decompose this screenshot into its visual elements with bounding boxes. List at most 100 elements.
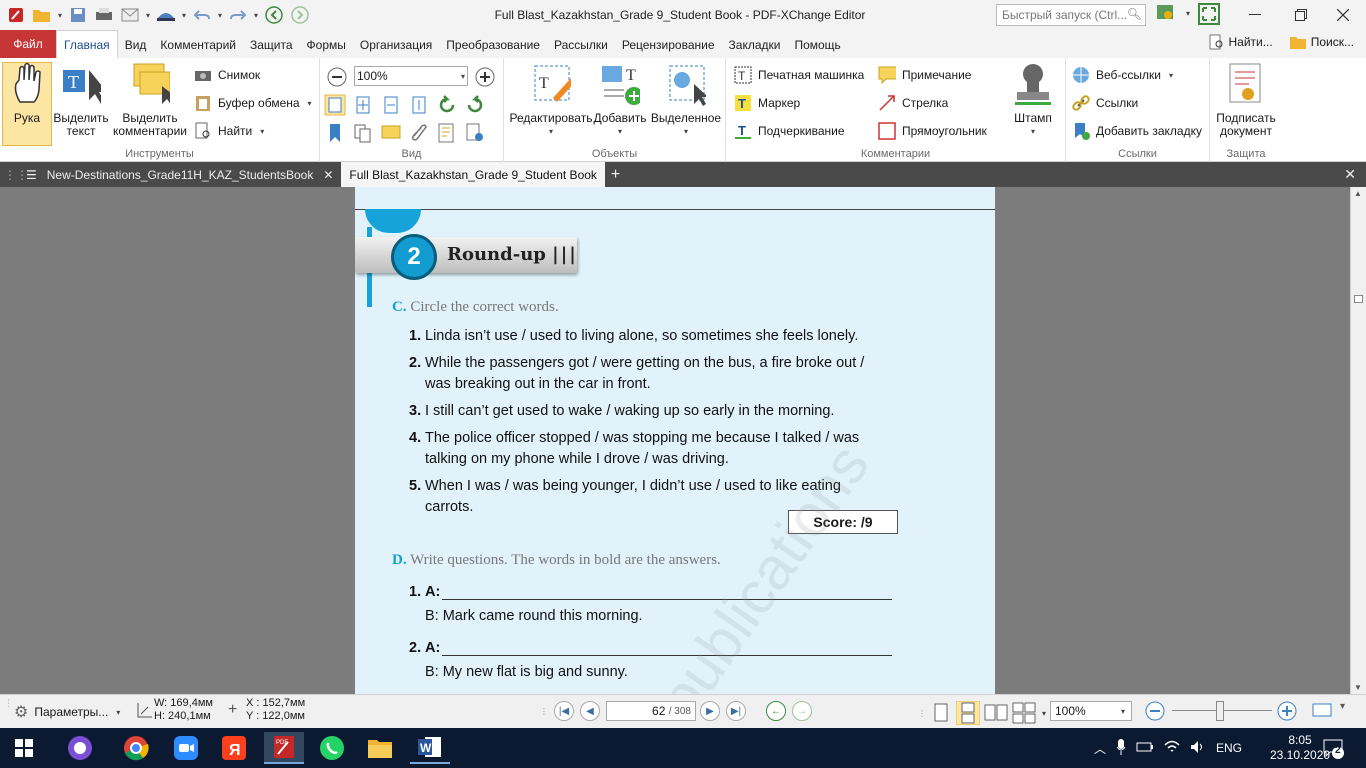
zoom-in-status-button[interactable] bbox=[1276, 700, 1298, 722]
redo-icon[interactable] bbox=[226, 3, 250, 27]
comments-panel-icon[interactable] bbox=[380, 122, 402, 144]
add-bookmark-button[interactable]: Добавить закладку bbox=[1072, 122, 1202, 140]
undo-icon[interactable] bbox=[190, 3, 214, 27]
scroll-up-icon[interactable]: ▲ bbox=[1354, 189, 1362, 198]
microphone-icon[interactable] bbox=[1116, 738, 1126, 758]
scroll-thumb[interactable] bbox=[1354, 295, 1363, 303]
chevron-down-icon[interactable]: ▾ bbox=[56, 11, 64, 20]
nav-back-icon[interactable]: ← bbox=[766, 701, 786, 721]
find-button[interactable]: Найти... bbox=[1208, 34, 1273, 50]
links-button[interactable]: Ссылки bbox=[1072, 94, 1138, 112]
facing-pages-icon[interactable] bbox=[984, 702, 1008, 724]
volume-icon[interactable] bbox=[1190, 740, 1206, 757]
menu-bookmarks[interactable]: Закладки bbox=[722, 32, 788, 58]
scan-icon[interactable] bbox=[154, 3, 178, 27]
settings-icon[interactable] bbox=[1156, 3, 1178, 28]
status-menu-icon[interactable]: ▾ bbox=[1340, 701, 1345, 712]
sign-document-button[interactable]: Подписать документ bbox=[1214, 62, 1278, 138]
chevron-down-icon[interactable]: ▾ bbox=[180, 11, 188, 20]
close-all-tabs-icon[interactable]: ✕ bbox=[1336, 162, 1364, 187]
zoom-select[interactable]: 100% ▾ bbox=[354, 66, 468, 86]
prev-page-icon[interactable]: ◀ bbox=[580, 701, 600, 721]
vertical-scrollbar[interactable]: ▲ ▼ bbox=[1350, 187, 1366, 694]
menu-file[interactable]: Файл bbox=[0, 30, 56, 58]
chevron-down-icon[interactable]: ▾ bbox=[1040, 709, 1048, 718]
next-page-icon[interactable]: ▶ bbox=[700, 701, 720, 721]
menu-help[interactable]: Помощь bbox=[787, 32, 847, 58]
fullscreen-icon[interactable] bbox=[1198, 3, 1220, 28]
search-button[interactable]: Поиск... bbox=[1289, 34, 1354, 50]
whatsapp-icon[interactable] bbox=[312, 732, 352, 764]
print-icon[interactable] bbox=[92, 3, 116, 27]
windows-start-icon[interactable] bbox=[4, 732, 44, 764]
single-page-icon[interactable] bbox=[930, 702, 952, 724]
chevron-down-icon[interactable]: ▾ bbox=[252, 11, 260, 20]
attachments-icon[interactable] bbox=[408, 122, 430, 144]
actual-size-icon[interactable] bbox=[324, 94, 346, 116]
forward-icon[interactable] bbox=[288, 3, 312, 27]
select-comments-button[interactable]: Выделить комментарии bbox=[110, 62, 190, 138]
menu-protect[interactable]: Защита bbox=[243, 32, 300, 58]
close-tab-icon[interactable]: ✕ bbox=[323, 168, 333, 182]
marker-button[interactable]: T Маркер bbox=[734, 94, 800, 112]
file-explorer-icon[interactable] bbox=[360, 732, 400, 764]
pdf-xchange-taskbar-icon[interactable]: PDF bbox=[264, 732, 304, 764]
app-logo-icon[interactable] bbox=[4, 3, 28, 27]
chevron-down-icon[interactable]: ▾ bbox=[216, 11, 224, 20]
page-number-input[interactable]: 62 / 308 bbox=[606, 701, 696, 721]
minimize-button[interactable] bbox=[1232, 0, 1278, 30]
fit-visible-icon[interactable] bbox=[408, 94, 430, 116]
yandex-icon[interactable]: Я bbox=[214, 732, 254, 764]
fullscreen-status-icon[interactable] bbox=[1312, 702, 1332, 718]
open-folder-icon[interactable] bbox=[30, 3, 54, 27]
find-tool-button[interactable]: Найти ▾ bbox=[194, 122, 266, 140]
menu-mailings[interactable]: Рассылки bbox=[547, 32, 615, 58]
restore-button[interactable] bbox=[1278, 0, 1324, 30]
selected-button[interactable]: Выделенное ▾ bbox=[650, 62, 722, 138]
bookmark-panel-icon[interactable] bbox=[324, 122, 346, 144]
chevron-down-icon[interactable]: ▾ bbox=[1184, 9, 1192, 28]
rotate-left-icon[interactable] bbox=[436, 94, 458, 116]
battery-icon[interactable] bbox=[1136, 741, 1154, 756]
layers-settings-icon[interactable] bbox=[464, 122, 486, 144]
quick-launch-input[interactable]: Быстрый запуск (Ctrl... 🔍︎ bbox=[996, 4, 1146, 26]
continuous-page-icon[interactable] bbox=[956, 701, 980, 725]
rotate-right-icon[interactable] bbox=[464, 94, 486, 116]
menu-convert[interactable]: Преобразование bbox=[439, 32, 547, 58]
typewriter-button[interactable]: T Печатная машинка bbox=[734, 66, 864, 84]
menu-organize[interactable]: Организация bbox=[353, 32, 439, 58]
snapshot-button[interactable]: Снимок bbox=[194, 66, 260, 84]
menu-comment[interactable]: Комментарий bbox=[153, 32, 243, 58]
fit-width-icon[interactable] bbox=[380, 94, 402, 116]
chevron-down-icon[interactable]: ▾ bbox=[144, 11, 152, 20]
tab-grip-icon[interactable]: ⋮⋮ bbox=[0, 162, 28, 187]
select-text-button[interactable]: T Выделить текст bbox=[52, 62, 110, 138]
language-indicator[interactable]: ENG bbox=[1216, 741, 1242, 755]
email-icon[interactable] bbox=[118, 3, 142, 27]
zoom-out-status-button[interactable] bbox=[1144, 700, 1166, 722]
add-button[interactable]: T Добавить ▾ bbox=[592, 62, 648, 138]
zoom-in-button[interactable] bbox=[474, 66, 496, 88]
menu-home[interactable]: Главная bbox=[56, 30, 118, 58]
word-icon[interactable]: W bbox=[410, 732, 450, 764]
tab-full-blast[interactable]: Full Blast_Kazakhstan_Grade 9_Student Bo… bbox=[341, 162, 605, 187]
last-page-icon[interactable]: ▶| bbox=[726, 701, 746, 721]
hand-tool[interactable]: Рука bbox=[4, 62, 50, 125]
params-button[interactable]: ⚙ Параметры... ▾ bbox=[14, 702, 122, 722]
new-tab-button[interactable]: + bbox=[605, 162, 626, 187]
notification-center[interactable]: 2 bbox=[1322, 728, 1344, 768]
note-button[interactable]: Примечание bbox=[878, 66, 971, 84]
menu-forms[interactable]: Формы bbox=[300, 32, 353, 58]
stamp-button[interactable]: Штамп ▾ bbox=[1008, 62, 1058, 138]
save-icon[interactable] bbox=[66, 3, 90, 27]
cortana-icon[interactable] bbox=[60, 732, 100, 764]
menu-view[interactable]: Вид bbox=[118, 32, 154, 58]
first-page-icon[interactable]: |◀ bbox=[554, 701, 574, 721]
edit-button[interactable]: T Редактировать ▾ bbox=[508, 62, 594, 138]
fit-page-icon[interactable] bbox=[352, 94, 374, 116]
pages-panel-icon[interactable] bbox=[352, 122, 374, 144]
zoom-slider-thumb[interactable] bbox=[1216, 701, 1224, 721]
facing-continuous-icon[interactable] bbox=[1012, 702, 1036, 724]
close-button[interactable] bbox=[1320, 0, 1366, 30]
underline-button[interactable]: T Подчеркивание bbox=[734, 122, 845, 140]
